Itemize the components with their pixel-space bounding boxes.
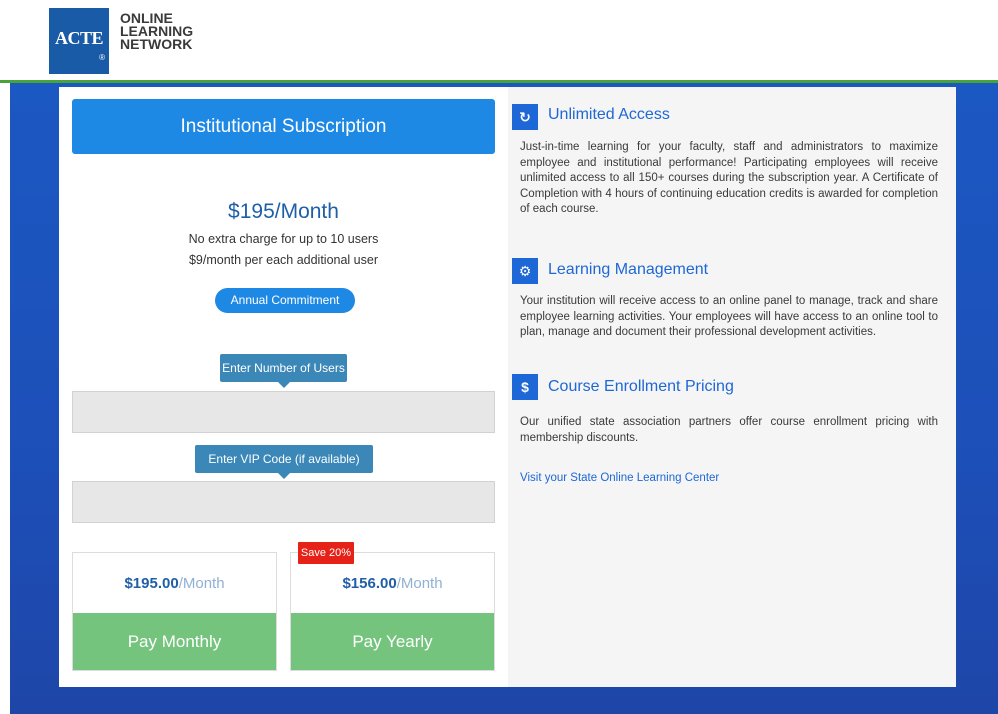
logo-line-network: NETWORK <box>120 36 193 52</box>
users-field-label: Enter Number of Users <box>220 354 347 388</box>
pay-monthly-button[interactable]: Pay Monthly <box>73 613 276 670</box>
monthly-plan-unit: /Month <box>178 575 225 592</box>
learning-management-text: Your institution will receive access to … <box>520 295 938 338</box>
yearly-plan-card: $156.00/Month Pay Yearly <box>290 552 495 671</box>
annual-commitment-button[interactable]: Annual Commitment <box>215 288 355 313</box>
unlimited-access-text: Just-in-time learning for your faculty, … <box>520 141 938 215</box>
included-users-text: No extra charge for up to 10 users <box>188 232 379 246</box>
monthly-plan-amount: $195.00 <box>124 575 179 592</box>
course-enrollment-pricing-text: Our unified state association partners o… <box>520 416 938 444</box>
additional-user-price-text: $9/month per each additional user <box>188 253 378 267</box>
subscription-title: Institutional Subscription <box>72 99 495 154</box>
logo-wordmark: ONLINE LEARNING NETWORK <box>120 11 193 52</box>
yearly-plan-price: $156.00/Month <box>291 575 494 592</box>
price-heading: $195/Month <box>228 200 339 223</box>
refresh-icon: ↻ <box>512 104 538 130</box>
monthly-plan-price: $195.00/Month <box>73 575 276 592</box>
state-learning-center-link[interactable]: Visit your State Online Learning Center <box>520 472 719 484</box>
unlimited-access-heading: Unlimited Access <box>548 106 670 123</box>
registered-mark: ® <box>99 53 105 62</box>
vip-code-field-label: Enter VIP Code (if available) <box>195 445 373 479</box>
yearly-plan-unit: /Month <box>396 575 443 592</box>
yearly-plan-amount: $156.00 <box>342 575 397 592</box>
monthly-plan-card: $195.00/Month Pay Monthly <box>72 552 277 671</box>
save-badge: Save 20% <box>298 542 354 564</box>
logo-brand: ACTE <box>54 28 104 48</box>
vip-code-input[interactable] <box>72 481 495 523</box>
number-of-users-input[interactable] <box>72 391 495 433</box>
site-header: ACTE ® ONLINE LEARNING NETWORK <box>0 0 998 80</box>
learning-management-heading: Learning Management <box>548 261 709 278</box>
acte-logo[interactable]: ACTE ® <box>49 8 109 74</box>
pay-yearly-button[interactable]: Pay Yearly <box>291 613 494 670</box>
dollar-icon: $ <box>512 374 538 400</box>
gears-icon: ⚙ <box>512 258 538 284</box>
course-enrollment-pricing-heading: Course Enrollment Pricing <box>548 378 734 395</box>
